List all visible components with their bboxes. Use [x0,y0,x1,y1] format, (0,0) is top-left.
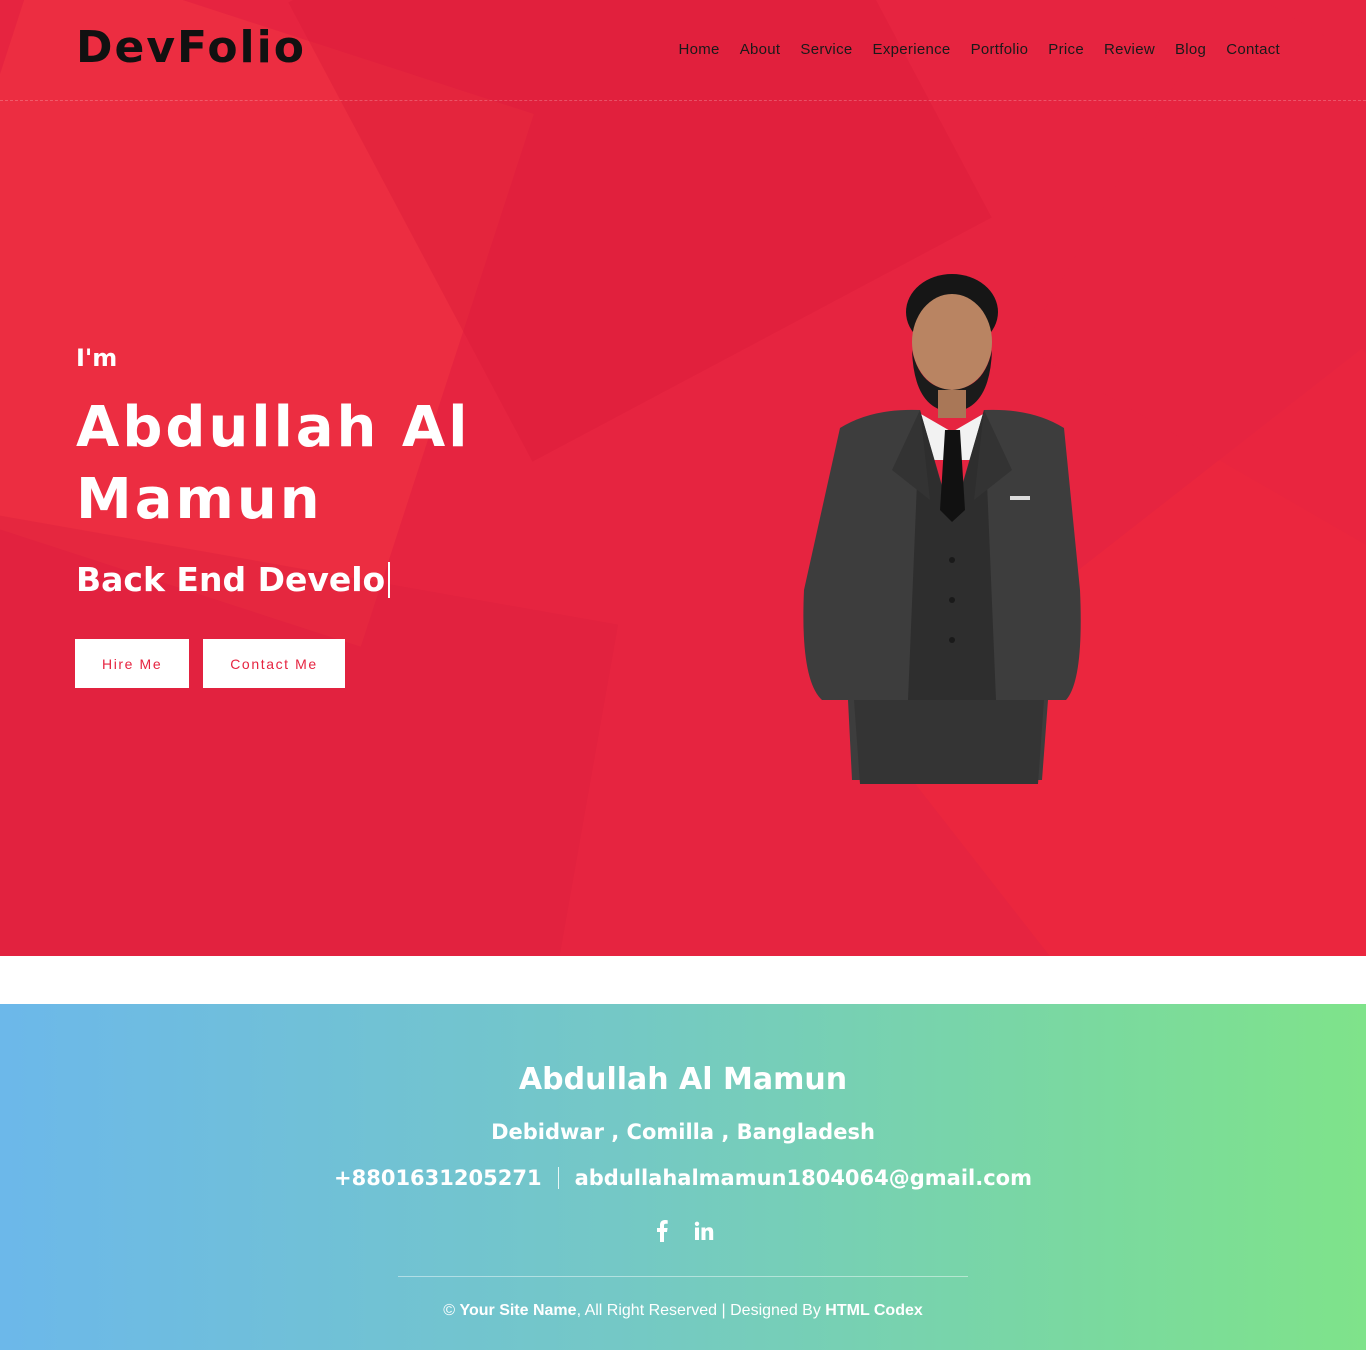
main-nav: Home About Service Experience Portfolio … [678,41,1280,58]
hero-role-text: Back End Develo [76,560,386,599]
navbar: DevFolio Home About Service Experience P… [0,0,1366,101]
hire-me-button[interactable]: Hire Me [75,639,190,688]
profile-photo [803,274,1081,784]
facebook-icon[interactable] [650,1218,674,1244]
nav-item-blog[interactable]: Blog [1175,41,1206,58]
contact-me-button[interactable]: Contact Me [203,639,345,688]
footer-name: Abdullah Al Mamun [518,1062,848,1097]
copyright-reserved: , All Right Reserved | Designed By [576,1302,826,1319]
site-footer: Abdullah Al Mamun Debidwar , Comilla , B… [0,1004,1366,1350]
contact-divider [557,1167,559,1189]
linkedin-icon[interactable] [692,1218,716,1244]
nav-item-price[interactable]: Price [1048,41,1084,58]
social-links [0,1218,1366,1244]
hero-name: Abdullah Al Mamun [76,395,471,532]
typing-cursor [388,561,391,598]
footer-address: Debidwar , Comilla , Bangladesh [491,1120,875,1144]
footer-contact: +8801631205271 abdullahalmamun1804064@gm… [0,1166,1366,1190]
hero-buttons: Hire Me Contact Me [75,639,345,688]
copyright-symbol: © [443,1302,456,1319]
nav-item-portfolio[interactable]: Portfolio [971,41,1029,58]
footer-divider [398,1276,968,1277]
site-logo[interactable]: DevFolio [76,22,306,73]
nav-item-review[interactable]: Review [1104,41,1155,58]
designer-link[interactable]: HTML Codex [825,1302,922,1319]
footer-phone[interactable]: +8801631205271 [334,1166,542,1190]
footer-email[interactable]: abdullahalmamun1804064@gmail.com [575,1166,1032,1190]
hero-intro: I'm Abdullah Al Mamun Back End Develo [76,344,556,599]
copyright-text: © Your Site Name, All Right Reserved | D… [0,1302,1366,1320]
nav-item-about[interactable]: About [740,41,781,58]
nav-item-experience[interactable]: Experience [873,41,951,58]
nav-item-service[interactable]: Service [800,41,852,58]
nav-item-home[interactable]: Home [678,41,719,58]
site-name-link[interactable]: Your Site Name [459,1302,576,1319]
hero-section: DevFolio Home About Service Experience P… [0,0,1366,956]
hero-role: Back End Develo [76,560,556,599]
nav-item-contact[interactable]: Contact [1226,41,1280,58]
hero-greeting: I'm [76,344,118,372]
